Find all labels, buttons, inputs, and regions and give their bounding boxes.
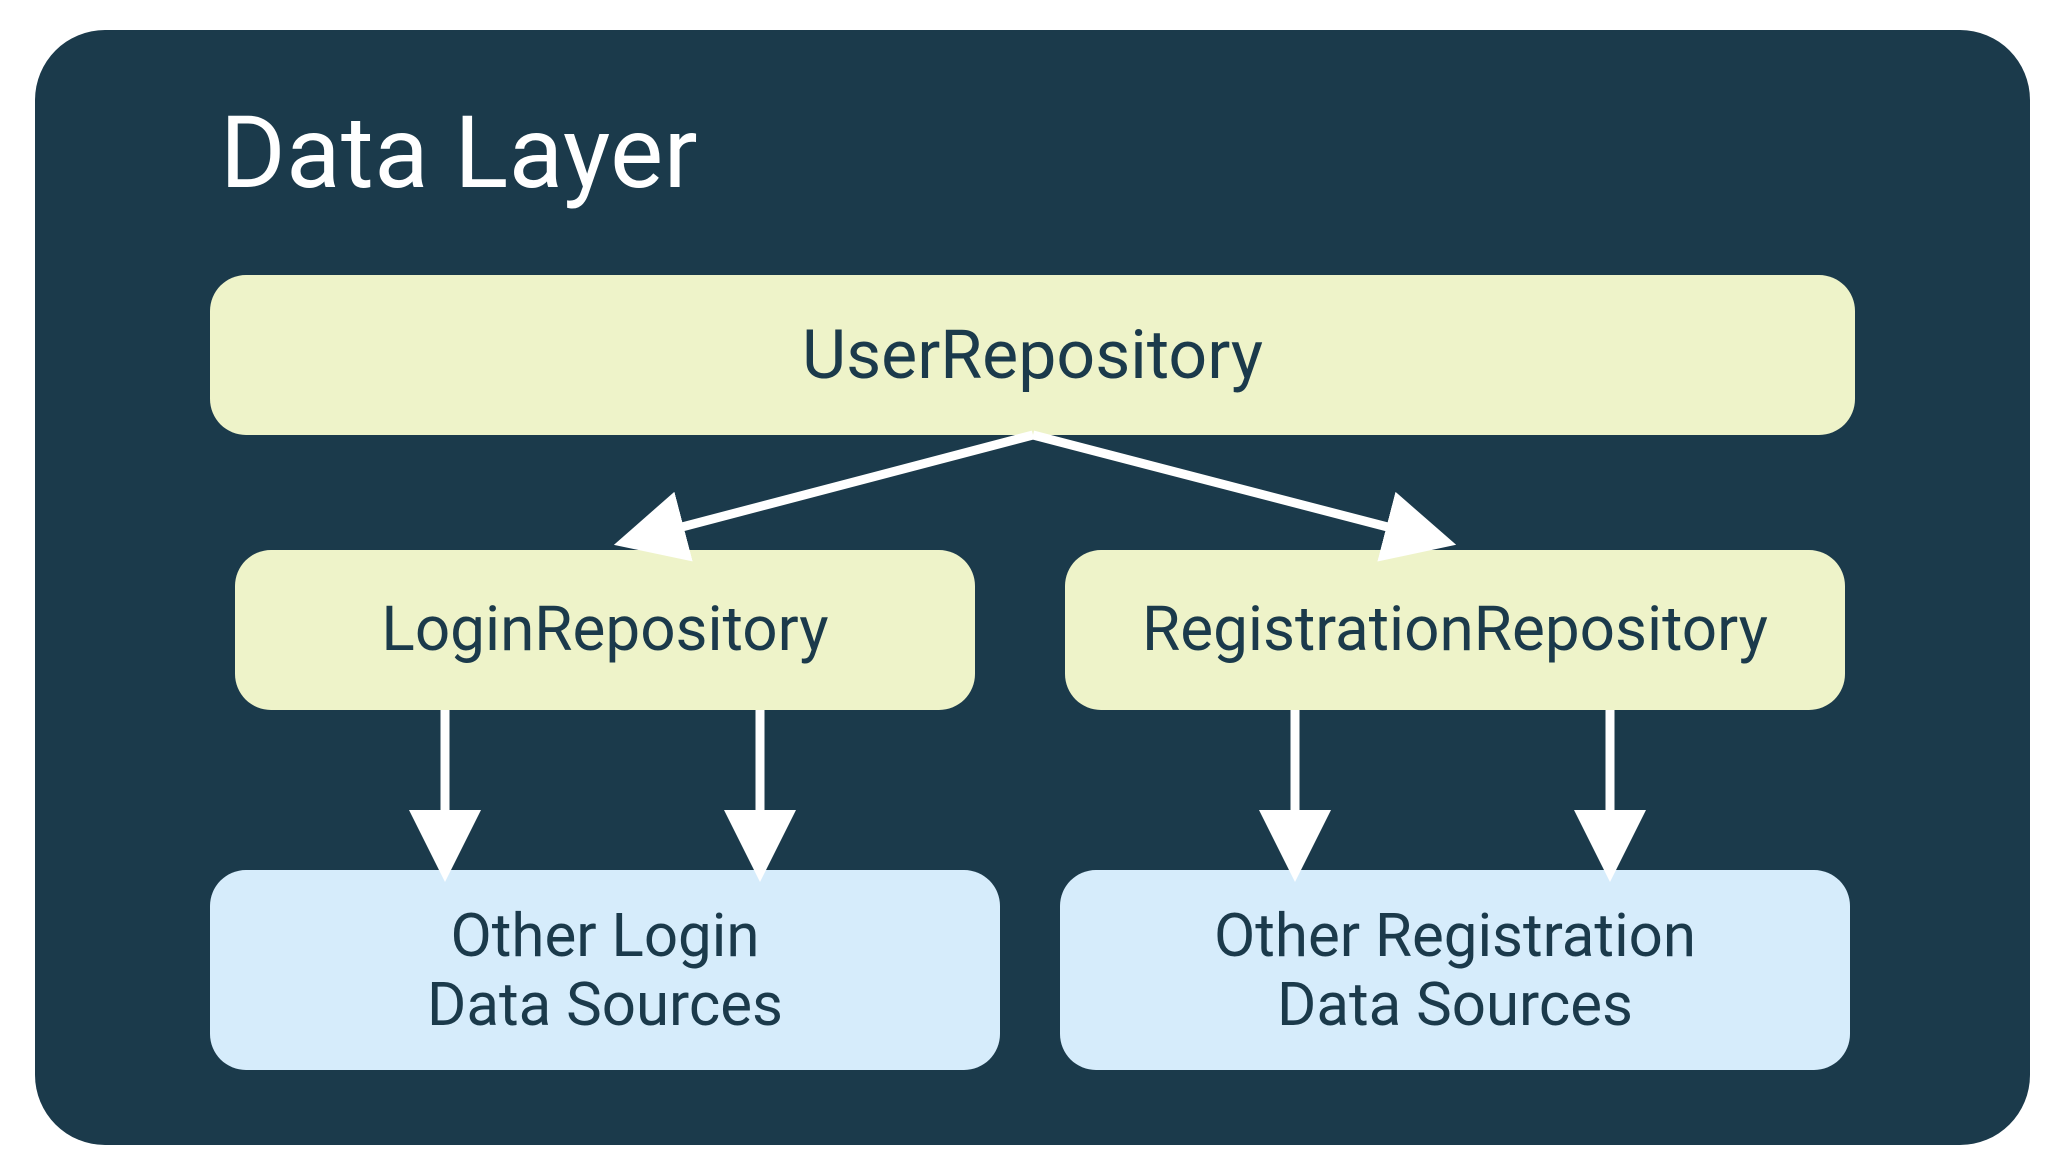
node-label-line2: Data Sources xyxy=(1277,969,1633,1040)
node-login-data-sources: Other Login Data Sources xyxy=(210,870,1000,1070)
node-label-line1: Other Login xyxy=(451,900,760,971)
node-registration-repository: RegistrationRepository xyxy=(1065,550,1845,710)
data-layer-panel: Data Layer UserRepository LoginRepositor… xyxy=(35,30,2030,1145)
node-label: Other Login Data Sources xyxy=(427,901,783,1039)
node-login-repository: LoginRepository xyxy=(235,550,975,710)
panel-title: Data Layer xyxy=(220,95,698,212)
node-label: RegistrationRepository xyxy=(1142,594,1768,665)
node-label: UserRepository xyxy=(802,316,1263,394)
node-label-line1: Other Registration xyxy=(1214,900,1696,971)
node-label-line2: Data Sources xyxy=(427,969,783,1040)
edge-user-to-registration xyxy=(1033,435,1430,538)
node-label: Other Registration Data Sources xyxy=(1214,901,1696,1039)
node-label: LoginRepository xyxy=(381,594,828,665)
node-user-repository: UserRepository xyxy=(210,275,1855,435)
node-registration-data-sources: Other Registration Data Sources xyxy=(1060,870,1850,1070)
edge-user-to-login xyxy=(640,435,1033,538)
